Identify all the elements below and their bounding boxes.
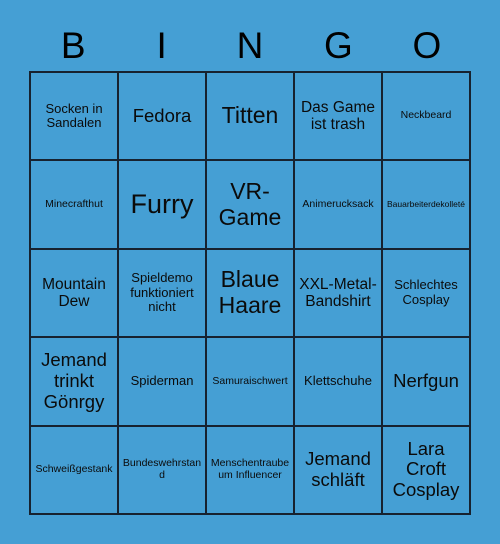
bingo-header-letter-o: O	[412, 25, 442, 66]
bingo-cell[interactable]: Mountain Dew	[31, 249, 119, 339]
bingo-cell[interactable]: Schweißgestank	[31, 426, 119, 515]
bingo-header: B I N G O	[29, 20, 471, 71]
bingo-cell-label: XXL-Metal-Bandshirt	[299, 275, 377, 310]
bingo-cell[interactable]: XXL-Metal-Bandshirt	[295, 249, 383, 339]
bingo-cell[interactable]: Nerfgun	[383, 338, 471, 427]
bingo-card: B I N G O Socken in Sandalen Fedora Titt…	[0, 0, 500, 544]
bingo-cell-label: Mountain Dew	[42, 275, 106, 310]
bingo-cell[interactable]: Bundeswehrstand	[119, 426, 207, 515]
bingo-cell-label: Furry	[130, 189, 194, 220]
bingo-cell-label: Blaue Haare	[218, 266, 282, 318]
bingo-cell-label: Schlechtes Cosplay	[394, 277, 458, 307]
bingo-cell[interactable]: Klettschuhe	[295, 338, 383, 427]
bingo-cell[interactable]: Blaue Haare	[207, 249, 295, 339]
bingo-cell-label: Das Game ist trash	[300, 98, 376, 134]
bingo-cell[interactable]: Jemand schläft	[295, 426, 383, 515]
bingo-cell[interactable]: Fedora	[119, 73, 207, 162]
bingo-cell-label: Socken in Sandalen	[45, 100, 103, 131]
bingo-cell-label: Klettschuhe	[304, 373, 372, 389]
bingo-cell-label: Titten	[221, 102, 279, 129]
bingo-cell[interactable]: VR-Game	[207, 161, 295, 250]
bingo-cell[interactable]: Animerucksack	[295, 161, 383, 250]
bingo-cell[interactable]: Socken in Sandalen	[31, 73, 119, 162]
bingo-cell-label: Nerfgun	[393, 370, 459, 392]
bingo-cell-label: Jemand trinkt Gönrgy	[41, 349, 107, 412]
bingo-cell[interactable]: Furry	[119, 161, 207, 250]
bingo-cell-label: Lara Croft Cosplay	[392, 437, 460, 501]
bingo-cell-label: Spiderman	[130, 373, 194, 389]
bingo-cell[interactable]: Schlechtes Cosplay	[383, 249, 471, 339]
bingo-cell-label: Animerucksack	[302, 197, 374, 210]
bingo-cell[interactable]: Jemand trinkt Gönrgy	[31, 338, 119, 427]
bingo-cell-label: Samuraischwert	[212, 374, 288, 387]
bingo-cell[interactable]: Titten	[207, 73, 295, 162]
bingo-header-letter-b: B	[60, 25, 86, 66]
bingo-cell-label: Bauarbeiterdekolleté	[387, 198, 465, 209]
bingo-cell[interactable]: Lara Croft Cosplay	[383, 426, 471, 515]
bingo-cell[interactable]: Bauarbeiterdekolleté	[383, 161, 471, 250]
bingo-cell[interactable]: Spiderman	[119, 338, 207, 427]
bingo-header-letter-g: G	[324, 25, 353, 66]
bingo-grid: Socken in Sandalen Fedora Titten Das Gam…	[29, 71, 471, 515]
bingo-cell-label: Fedora	[132, 104, 192, 126]
bingo-cell[interactable]: Spieldemo funktioniert nicht	[119, 249, 207, 339]
bingo-cell[interactable]: Neckbeard	[383, 73, 471, 162]
bingo-cell-label: Minecrafthut	[45, 197, 103, 210]
bingo-header-letter-i: I	[156, 25, 167, 66]
bingo-cell-label: VR-Game	[218, 177, 282, 230]
bingo-header-letter-n: N	[236, 25, 264, 66]
bingo-cell-label: Bundeswehrstand	[122, 457, 202, 481]
bingo-cell-label: Spieldemo funktioniert nicht	[130, 270, 194, 315]
bingo-cell[interactable]: Das Game ist trash	[295, 73, 383, 162]
bingo-cell[interactable]: Minecrafthut	[31, 161, 119, 250]
bingo-cell-label: Schweißgestank	[35, 462, 113, 475]
bingo-cell-label: Neckbeard	[400, 109, 452, 122]
bingo-cell[interactable]: Samuraischwert	[207, 338, 295, 427]
bingo-cell[interactable]: Menschentraube um Influencer	[207, 426, 295, 515]
bingo-cell-label: Jemand schläft	[305, 448, 371, 490]
bingo-cell-label: Menschentraube um Influencer	[210, 457, 290, 481]
